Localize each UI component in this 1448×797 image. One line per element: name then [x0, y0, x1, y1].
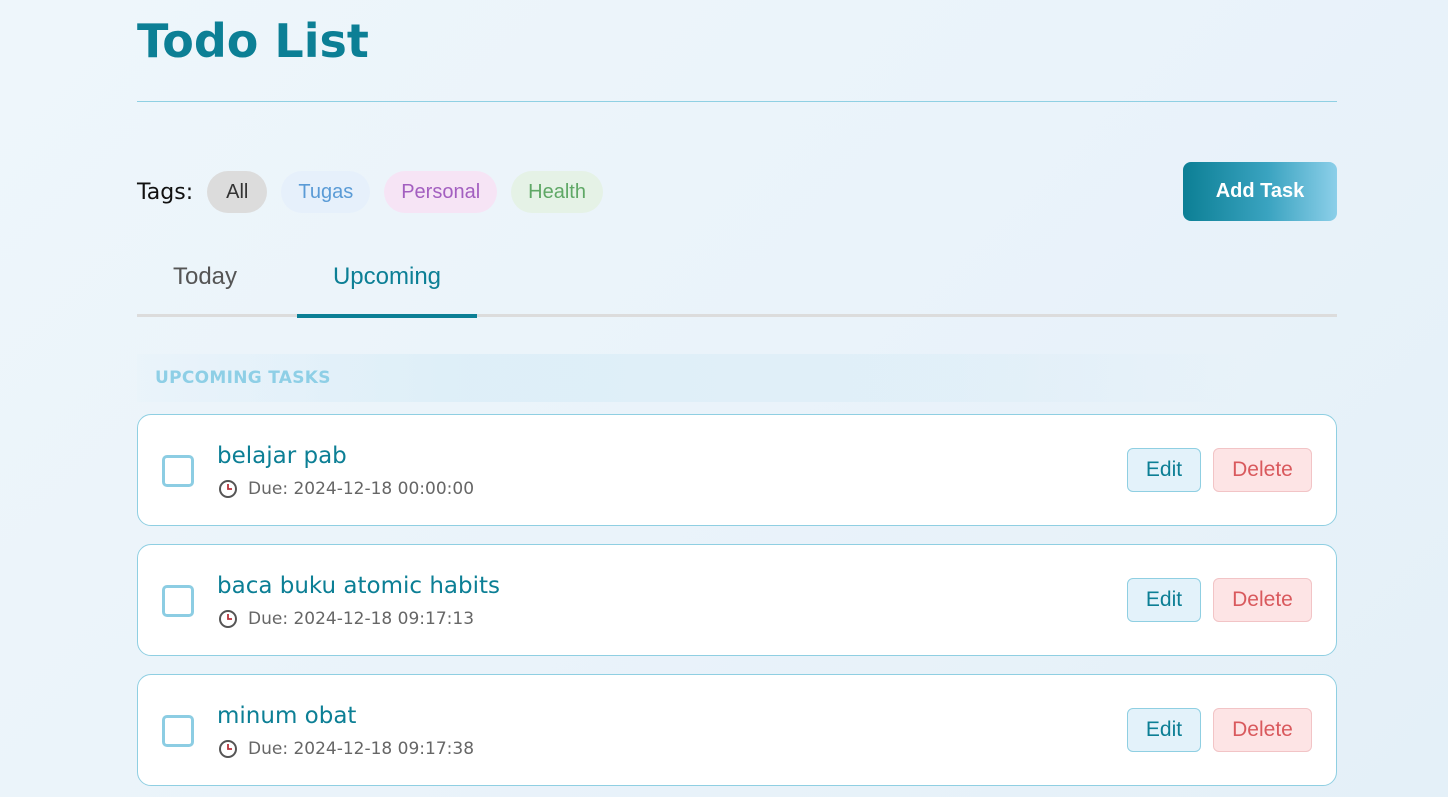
task-checkbox[interactable] — [162, 455, 194, 487]
task-card: belajar pab Due: 2024-12-18 00:00:00 Edi… — [137, 414, 1337, 526]
task-due-text: Due: 2024-12-18 00:00:00 — [248, 479, 475, 499]
delete-button[interactable]: Delete — [1213, 448, 1312, 492]
edit-button[interactable]: Edit — [1127, 708, 1201, 752]
delete-button[interactable]: Delete — [1213, 578, 1312, 622]
task-due: Due: 2024-12-18 00:00:00 — [218, 479, 474, 499]
section-label: UPCOMING TASKS — [155, 368, 331, 388]
task-checkbox[interactable] — [162, 585, 194, 617]
tag-tugas[interactable]: Tugas — [281, 171, 371, 213]
task-due: Due: 2024-12-18 09:17:13 — [218, 609, 474, 629]
task-due: Due: 2024-12-18 09:17:38 — [218, 739, 474, 759]
task-card: minum obat Due: 2024-12-18 09:17:38 Edit… — [137, 674, 1337, 786]
task-title: baca buku atomic habits — [217, 573, 501, 599]
add-task-button[interactable]: Add Task — [1183, 162, 1337, 221]
title-divider — [137, 101, 1337, 102]
edit-button[interactable]: Edit — [1127, 578, 1201, 622]
tag-all[interactable]: All — [207, 171, 268, 213]
tags-label: Tags: — [137, 179, 194, 205]
clock-icon — [218, 609, 238, 629]
edit-button[interactable]: Edit — [1127, 448, 1201, 492]
task-title: belajar pab — [217, 443, 347, 469]
delete-button[interactable]: Delete — [1213, 708, 1312, 752]
task-due-text: Due: 2024-12-18 09:17:13 — [248, 609, 475, 629]
task-tabs: Today Upcoming — [137, 246, 1337, 318]
tag-personal[interactable]: Personal — [384, 171, 498, 213]
task-due-text: Due: 2024-12-18 09:17:38 — [248, 739, 475, 759]
tag-health[interactable]: Health — [511, 171, 603, 213]
tag-filter-bar: Tags: All Tugas Personal Health — [137, 171, 617, 213]
tab-upcoming[interactable]: Upcoming — [297, 246, 477, 308]
page-title: Todo List — [137, 14, 369, 68]
tab-today[interactable]: Today — [137, 246, 273, 308]
task-checkbox[interactable] — [162, 715, 194, 747]
task-title: minum obat — [217, 703, 357, 729]
active-tab-indicator — [297, 314, 477, 318]
section-header: UPCOMING TASKS — [137, 354, 1237, 402]
task-card: baca buku atomic habits Due: 2024-12-18 … — [137, 544, 1337, 656]
clock-icon — [218, 479, 238, 499]
clock-icon — [218, 739, 238, 759]
